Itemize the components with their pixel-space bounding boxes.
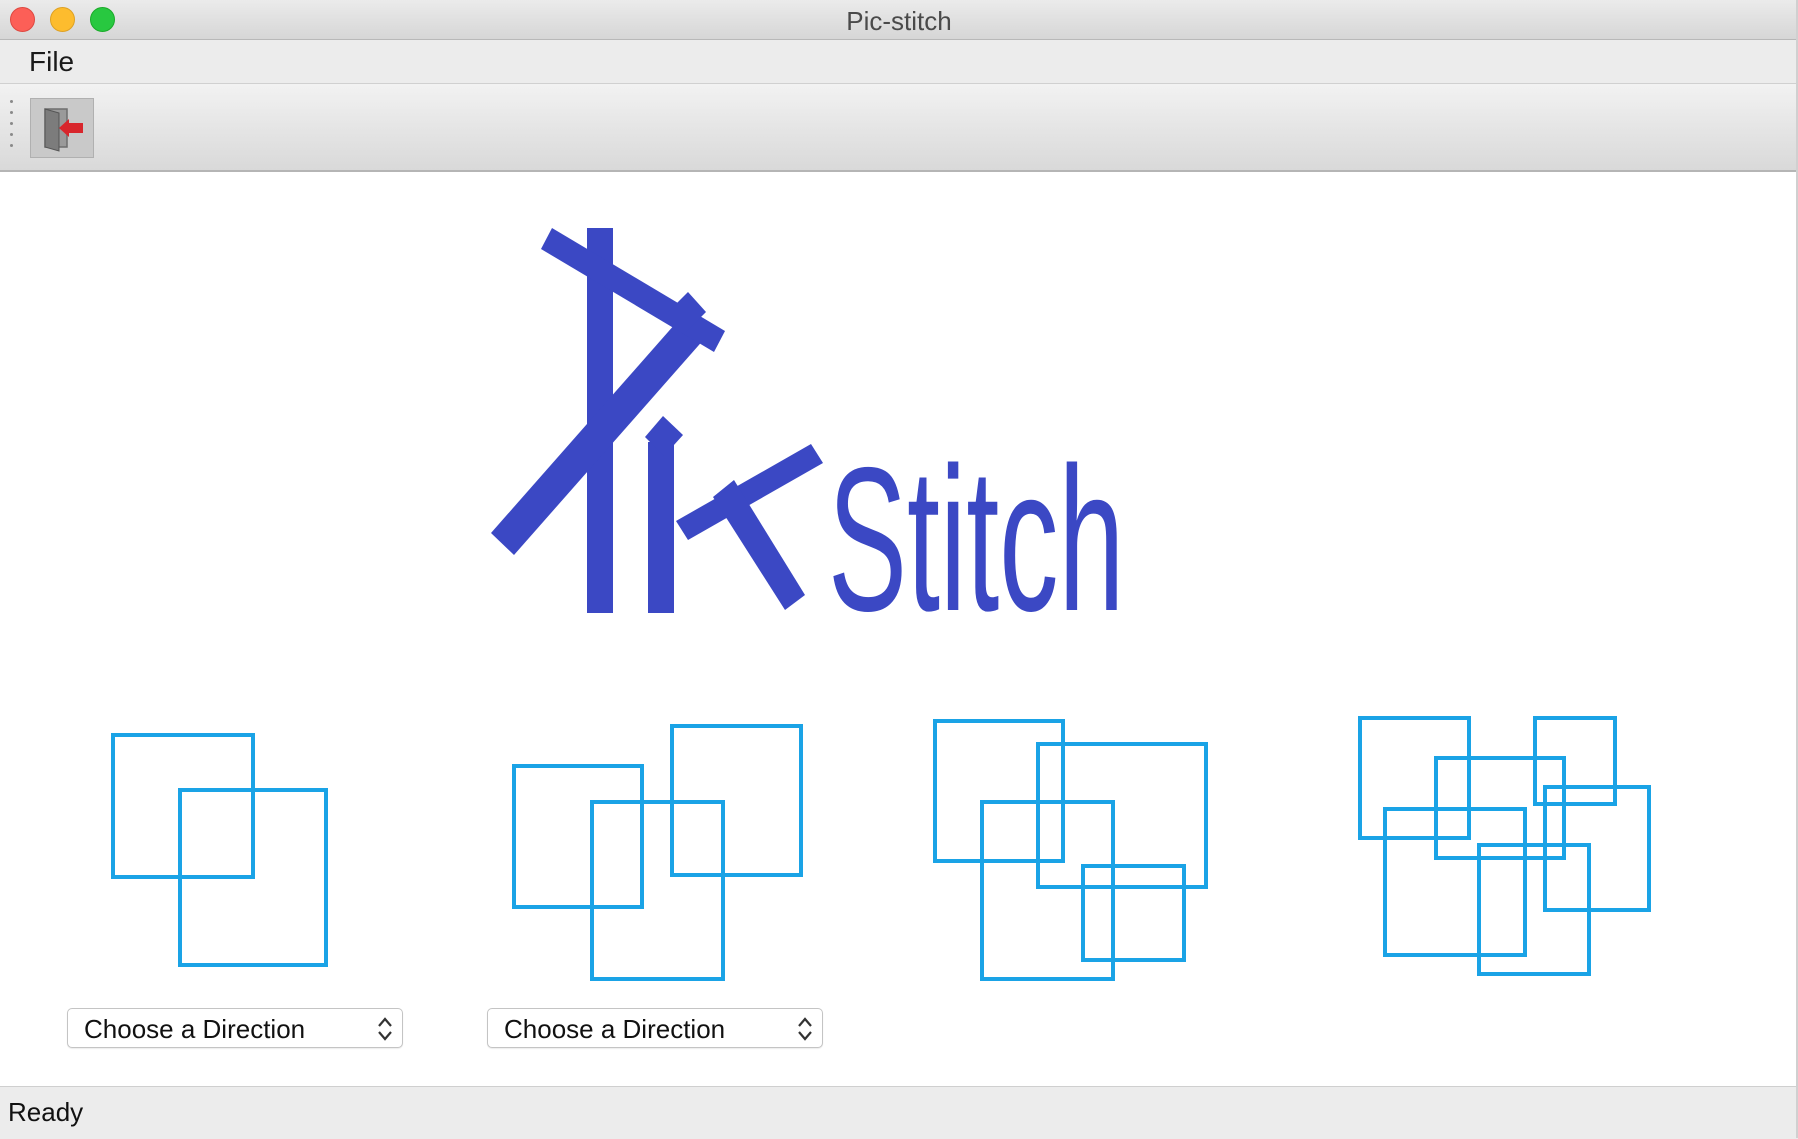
logo-graphic: Stitch (491, 228, 1124, 653)
status-bar: Ready (0, 1086, 1798, 1139)
pic-stitch-logo: Stitch (480, 215, 1200, 653)
direction-select-three-images[interactable]: Choose a Direction (487, 1008, 823, 1048)
status-text: Ready (8, 1097, 84, 1127)
toolbar-grip-handle[interactable] (10, 100, 14, 156)
direction-select-label: Choose a Direction (84, 1014, 306, 1044)
six-images-layout-icon[interactable] (1357, 715, 1652, 980)
two-images-layout-icon[interactable] (110, 733, 360, 973)
toolbar (0, 84, 1798, 172)
title-bar[interactable]: Pic-stitch (0, 0, 1798, 40)
direction-select-two-images[interactable]: Choose a Direction (67, 1008, 403, 1048)
direction-select-label: Choose a Direction (504, 1014, 726, 1044)
logo-wordmark: Stitch (828, 425, 1124, 625)
exit-button[interactable] (30, 98, 94, 158)
three-images-layout-icon[interactable] (512, 723, 807, 983)
menu-bar: File (0, 40, 1798, 84)
menu-file[interactable]: File (25, 46, 78, 78)
updown-chevron-icon (378, 1017, 392, 1041)
updown-chevron-icon (798, 1017, 812, 1041)
window-title: Pic-stitch (846, 6, 952, 36)
exit-door-icon (44, 108, 83, 152)
app-window: Pic-stitch File Stitch Choose a Directio… (0, 0, 1798, 1139)
four-images-layout-icon[interactable] (933, 718, 1213, 983)
